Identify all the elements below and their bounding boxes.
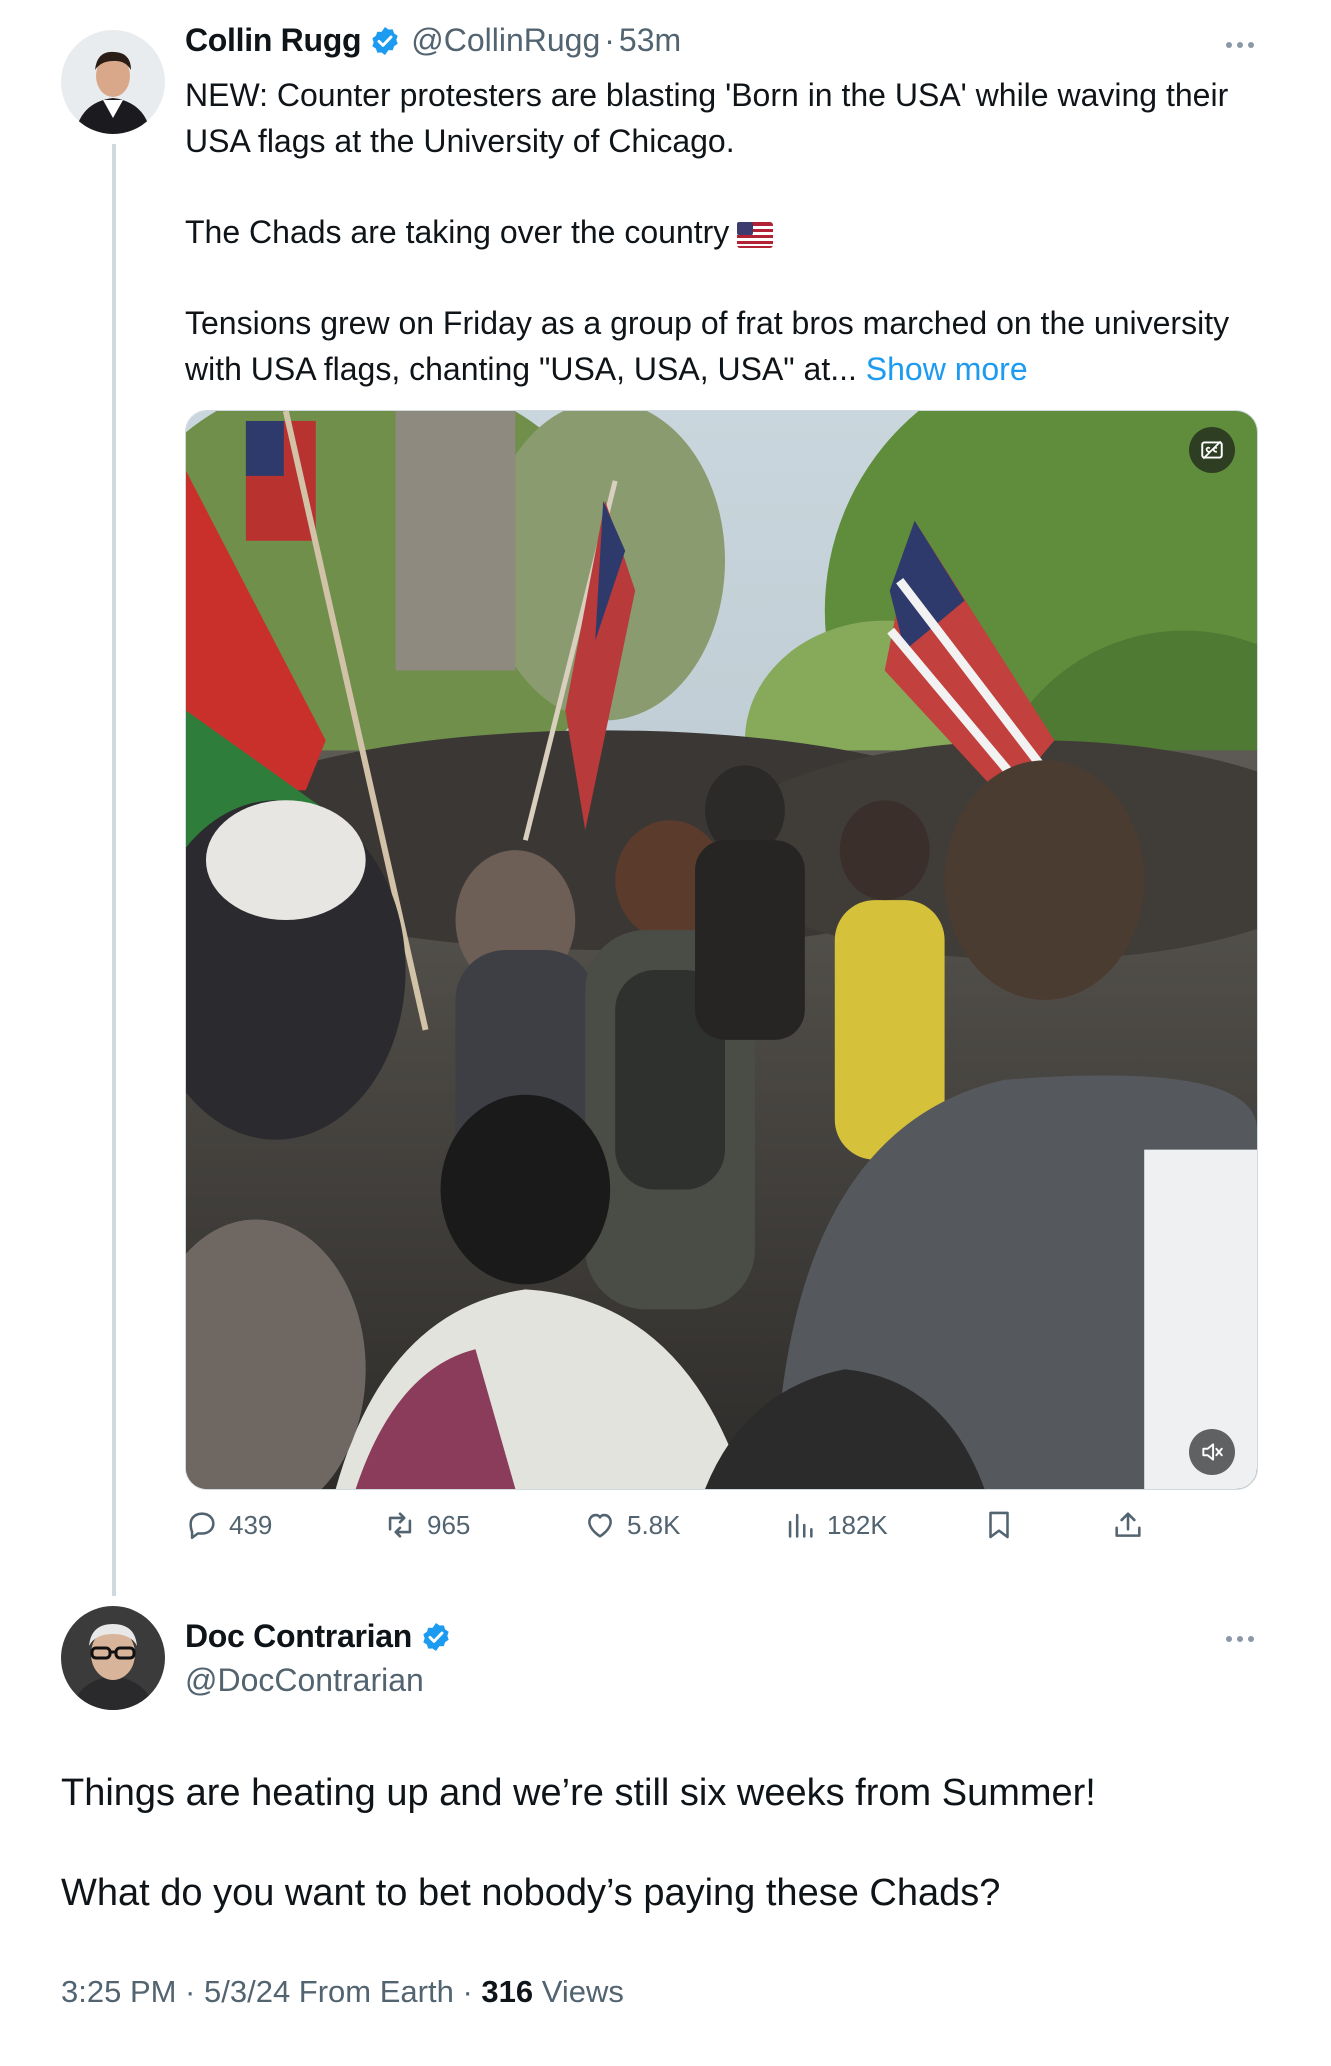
verified-badge-icon — [423, 1622, 449, 1651]
more-options-icon[interactable] — [1226, 42, 1254, 48]
post-text-line: Tensions grew on Friday as a group of fr… — [185, 305, 1230, 387]
reply-count: 439 — [229, 1509, 273, 1540]
share-button[interactable] — [1111, 1508, 1155, 1542]
like-count: 5.8K — [627, 1509, 681, 1540]
reply-author-handle[interactable]: @DocContrarian — [185, 1662, 424, 1699]
bookmark-icon — [989, 1511, 1009, 1539]
thread-connector-line — [112, 144, 116, 1596]
post-header: Collin Rugg @CollinRugg · 53m — [185, 22, 681, 59]
reply-header: Doc Contrarian — [185, 1618, 462, 1655]
header-separator: · — [604, 22, 615, 58]
avatar-photo — [61, 1606, 165, 1710]
heart-icon — [588, 1513, 612, 1538]
views-button[interactable]: 182K — [783, 1508, 888, 1542]
reply-text-paragraph: Things are heating up and we’re still si… — [61, 1772, 1096, 1814]
avatar-photo — [61, 30, 165, 134]
reply-metadata: 3:25 PM · 5/3/24 From Earth · 316 Views — [61, 1974, 624, 2010]
analytics-icon — [788, 1513, 813, 1538]
bookmark-button[interactable] — [982, 1508, 1026, 1542]
reply-icon — [189, 1512, 215, 1540]
post-body: NEW: Counter protesters are blasting 'Bo… — [185, 72, 1255, 437]
reply-text-paragraph: What do you want to bet nobody’s paying … — [61, 1872, 1001, 1914]
post-text-paragraph: Tensions grew on Friday as a group of fr… — [185, 300, 1255, 392]
like-button[interactable]: 5.8K — [583, 1508, 681, 1542]
author-name[interactable]: Collin Rugg — [185, 22, 362, 59]
repost-count: 965 — [427, 1509, 471, 1540]
reply-views-label: Views — [541, 1974, 624, 2009]
post-time[interactable]: 53m — [619, 22, 681, 59]
verified-badge-icon — [372, 26, 398, 55]
reply-handle-row: @DocContrarian — [185, 1662, 424, 1699]
reply-views-count: 316 — [481, 1974, 534, 2009]
show-more-link[interactable]: Show more — [866, 351, 1028, 387]
flag-usa-icon — [737, 221, 774, 248]
post-text-paragraph: The Chads are taking over the country — [185, 209, 1255, 255]
more-options-icon[interactable] — [1226, 1636, 1254, 1642]
speaker-muted-icon[interactable] — [1189, 1429, 1235, 1475]
reply-button[interactable]: 439 — [185, 1508, 272, 1542]
closed-captions-icon[interactable] — [1189, 427, 1235, 473]
reply-timestamp[interactable]: 3:25 PM · 5/3/24 From Earth · — [61, 1974, 473, 2009]
author-handle[interactable]: @CollinRugg — [411, 22, 600, 59]
reply-body: Things are heating up and we’re still si… — [61, 1768, 1261, 1968]
post-text-paragraph: NEW: Counter protesters are blasting 'Bo… — [185, 77, 1229, 159]
reply-author-avatar[interactable] — [61, 1606, 165, 1710]
author-avatar[interactable] — [61, 30, 165, 134]
views-count: 182K — [827, 1509, 888, 1540]
post-text-line: The Chads are taking over the country — [185, 214, 730, 250]
video-frame — [186, 411, 1257, 1489]
repost-button[interactable]: 965 — [383, 1508, 470, 1542]
post-video[interactable] — [185, 410, 1258, 1490]
post-action-bar: 439 965 5.8K 182K — [185, 1508, 1145, 1552]
repost-icon — [388, 1512, 412, 1538]
reply-author-name[interactable]: Doc Contrarian — [185, 1618, 412, 1655]
share-icon — [1115, 1512, 1141, 1537]
